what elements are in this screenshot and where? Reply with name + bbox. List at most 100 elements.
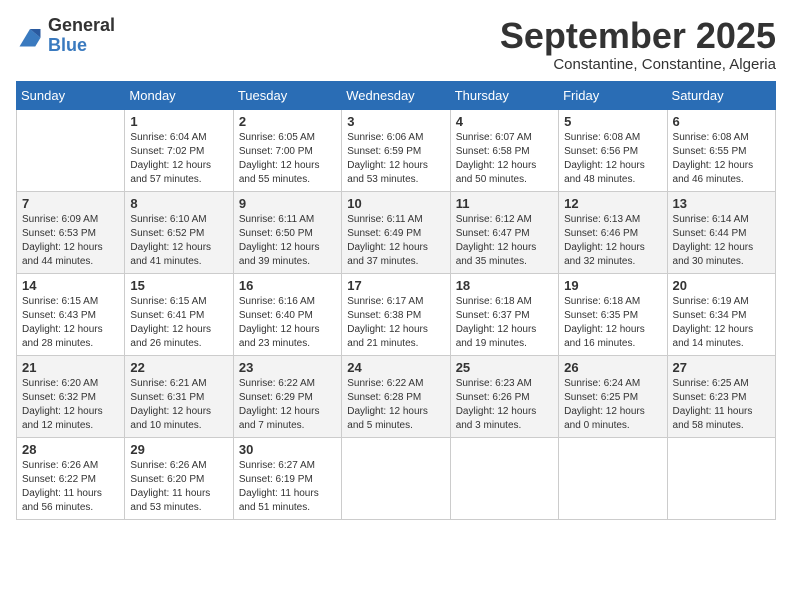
- cell-content: Sunrise: 6:04 AM Sunset: 7:02 PM Dayligh…: [130, 131, 227, 187]
- cell-content: Sunrise: 6:06 AM Sunset: 6:59 PM Dayligh…: [347, 131, 444, 187]
- calendar-cell: [342, 437, 450, 519]
- calendar-cell: 30 Sunrise: 6:27 AM Sunset: 6:19 PM Dayli…: [233, 437, 341, 519]
- day-number: 29: [130, 442, 227, 457]
- day-number: 12: [564, 196, 661, 211]
- cell-content: Sunrise: 6:09 AM Sunset: 6:53 PM Dayligh…: [22, 213, 119, 269]
- cell-content: Sunrise: 6:25 AM Sunset: 6:23 PM Dayligh…: [673, 377, 770, 433]
- calendar-cell: 27 Sunrise: 6:25 AM Sunset: 6:23 PM Dayli…: [667, 355, 775, 437]
- calendar-cell: 24 Sunrise: 6:22 AM Sunset: 6:28 PM Dayli…: [342, 355, 450, 437]
- cell-content: Sunrise: 6:15 AM Sunset: 6:41 PM Dayligh…: [130, 295, 227, 351]
- calendar-cell: 1 Sunrise: 6:04 AM Sunset: 7:02 PM Daylig…: [125, 109, 233, 191]
- day-number: 16: [239, 278, 336, 293]
- calendar-cell: 19 Sunrise: 6:18 AM Sunset: 6:35 PM Dayli…: [559, 273, 667, 355]
- cell-content: Sunrise: 6:22 AM Sunset: 6:29 PM Dayligh…: [239, 377, 336, 433]
- calendar-cell: 5 Sunrise: 6:08 AM Sunset: 6:56 PM Daylig…: [559, 109, 667, 191]
- cell-content: Sunrise: 6:21 AM Sunset: 6:31 PM Dayligh…: [130, 377, 227, 433]
- day-number: 23: [239, 360, 336, 375]
- day-header-monday: Monday: [125, 81, 233, 109]
- day-number: 3: [347, 114, 444, 129]
- day-number: 17: [347, 278, 444, 293]
- week-row-2: 7 Sunrise: 6:09 AM Sunset: 6:53 PM Daylig…: [17, 191, 776, 273]
- cell-content: Sunrise: 6:20 AM Sunset: 6:32 PM Dayligh…: [22, 377, 119, 433]
- day-number: 30: [239, 442, 336, 457]
- day-number: 25: [456, 360, 553, 375]
- day-number: 1: [130, 114, 227, 129]
- cell-content: Sunrise: 6:22 AM Sunset: 6:28 PM Dayligh…: [347, 377, 444, 433]
- day-number: 27: [673, 360, 770, 375]
- calendar-cell: 16 Sunrise: 6:16 AM Sunset: 6:40 PM Dayli…: [233, 273, 341, 355]
- calendar-cell: 12 Sunrise: 6:13 AM Sunset: 6:46 PM Dayli…: [559, 191, 667, 273]
- calendar-cell: 17 Sunrise: 6:17 AM Sunset: 6:38 PM Dayli…: [342, 273, 450, 355]
- calendar-cell: [17, 109, 125, 191]
- day-header-thursday: Thursday: [450, 81, 558, 109]
- day-number: 19: [564, 278, 661, 293]
- cell-content: Sunrise: 6:08 AM Sunset: 6:55 PM Dayligh…: [673, 131, 770, 187]
- calendar-cell: 26 Sunrise: 6:24 AM Sunset: 6:25 PM Dayli…: [559, 355, 667, 437]
- day-number: 10: [347, 196, 444, 211]
- calendar-cell: 14Sunrise: 6:15 AM Sunset: 6:43 PM Dayli…: [17, 273, 125, 355]
- day-number: 4: [456, 114, 553, 129]
- calendar-cell: 22 Sunrise: 6:21 AM Sunset: 6:31 PM Dayli…: [125, 355, 233, 437]
- cell-content: Sunrise: 6:24 AM Sunset: 6:25 PM Dayligh…: [564, 377, 661, 433]
- calendar-cell: 6Sunrise: 6:08 AM Sunset: 6:55 PM Daylig…: [667, 109, 775, 191]
- cell-content: Sunrise: 6:13 AM Sunset: 6:46 PM Dayligh…: [564, 213, 661, 269]
- cell-content: Sunrise: 6:16 AM Sunset: 6:40 PM Dayligh…: [239, 295, 336, 351]
- logo-text: General Blue: [48, 16, 115, 56]
- logo-icon: [16, 22, 44, 50]
- cell-content: Sunrise: 6:11 AM Sunset: 6:50 PM Dayligh…: [239, 213, 336, 269]
- day-number: 22: [130, 360, 227, 375]
- calendar-cell: 8 Sunrise: 6:10 AM Sunset: 6:52 PM Daylig…: [125, 191, 233, 273]
- cell-content: Sunrise: 6:17 AM Sunset: 6:38 PM Dayligh…: [347, 295, 444, 351]
- calendar-cell: [450, 437, 558, 519]
- header-row: SundayMondayTuesdayWednesdayThursdayFrid…: [17, 81, 776, 109]
- day-number: 26: [564, 360, 661, 375]
- page-header: General Blue September 2025 Constantine,…: [16, 16, 776, 73]
- day-number: 2: [239, 114, 336, 129]
- calendar-cell: 4 Sunrise: 6:07 AM Sunset: 6:58 PM Daylig…: [450, 109, 558, 191]
- calendar-cell: 9 Sunrise: 6:11 AM Sunset: 6:50 PM Daylig…: [233, 191, 341, 273]
- calendar-cell: 20Sunrise: 6:19 AM Sunset: 6:34 PM Dayli…: [667, 273, 775, 355]
- week-row-5: 28Sunrise: 6:26 AM Sunset: 6:22 PM Dayli…: [17, 437, 776, 519]
- day-number: 7: [22, 196, 119, 211]
- cell-content: Sunrise: 6:11 AM Sunset: 6:49 PM Dayligh…: [347, 213, 444, 269]
- calendar-cell: 15Sunrise: 6:15 AM Sunset: 6:41 PM Dayli…: [125, 273, 233, 355]
- cell-content: Sunrise: 6:23 AM Sunset: 6:26 PM Dayligh…: [456, 377, 553, 433]
- title-area: September 2025 Constantine, Constantine,…: [500, 16, 776, 73]
- week-row-3: 14Sunrise: 6:15 AM Sunset: 6:43 PM Dayli…: [17, 273, 776, 355]
- calendar-cell: 23 Sunrise: 6:22 AM Sunset: 6:29 PM Dayli…: [233, 355, 341, 437]
- week-row-4: 21 Sunrise: 6:20 AM Sunset: 6:32 PM Dayli…: [17, 355, 776, 437]
- logo-general: General: [48, 16, 115, 36]
- cell-content: Sunrise: 6:18 AM Sunset: 6:37 PM Dayligh…: [456, 295, 553, 351]
- day-header-tuesday: Tuesday: [233, 81, 341, 109]
- cell-content: Sunrise: 6:12 AM Sunset: 6:47 PM Dayligh…: [456, 213, 553, 269]
- calendar-table: SundayMondayTuesdayWednesdayThursdayFrid…: [16, 81, 776, 520]
- cell-content: Sunrise: 6:15 AM Sunset: 6:43 PM Dayligh…: [22, 295, 119, 351]
- day-number: 13: [673, 196, 770, 211]
- cell-content: Sunrise: 6:08 AM Sunset: 6:56 PM Dayligh…: [564, 131, 661, 187]
- cell-content: Sunrise: 6:27 AM Sunset: 6:19 PM Dayligh…: [239, 459, 336, 515]
- day-header-saturday: Saturday: [667, 81, 775, 109]
- calendar-cell: 13Sunrise: 6:14 AM Sunset: 6:44 PM Dayli…: [667, 191, 775, 273]
- calendar-cell: [559, 437, 667, 519]
- day-number: 21: [22, 360, 119, 375]
- day-number: 5: [564, 114, 661, 129]
- day-header-friday: Friday: [559, 81, 667, 109]
- calendar-cell: 28Sunrise: 6:26 AM Sunset: 6:22 PM Dayli…: [17, 437, 125, 519]
- cell-content: Sunrise: 6:26 AM Sunset: 6:20 PM Dayligh…: [130, 459, 227, 515]
- day-number: 20: [673, 278, 770, 293]
- day-number: 8: [130, 196, 227, 211]
- day-number: 24: [347, 360, 444, 375]
- calendar-cell: 10 Sunrise: 6:11 AM Sunset: 6:49 PM Dayli…: [342, 191, 450, 273]
- day-number: 11: [456, 196, 553, 211]
- day-number: 9: [239, 196, 336, 211]
- day-header-wednesday: Wednesday: [342, 81, 450, 109]
- day-number: 28: [22, 442, 119, 457]
- cell-content: Sunrise: 6:10 AM Sunset: 6:52 PM Dayligh…: [130, 213, 227, 269]
- cell-content: Sunrise: 6:05 AM Sunset: 7:00 PM Dayligh…: [239, 131, 336, 187]
- calendar-cell: 3 Sunrise: 6:06 AM Sunset: 6:59 PM Daylig…: [342, 109, 450, 191]
- calendar-cell: 2 Sunrise: 6:05 AM Sunset: 7:00 PM Daylig…: [233, 109, 341, 191]
- cell-content: Sunrise: 6:07 AM Sunset: 6:58 PM Dayligh…: [456, 131, 553, 187]
- logo: General Blue: [16, 16, 115, 56]
- month-title: September 2025: [500, 16, 776, 56]
- cell-content: Sunrise: 6:18 AM Sunset: 6:35 PM Dayligh…: [564, 295, 661, 351]
